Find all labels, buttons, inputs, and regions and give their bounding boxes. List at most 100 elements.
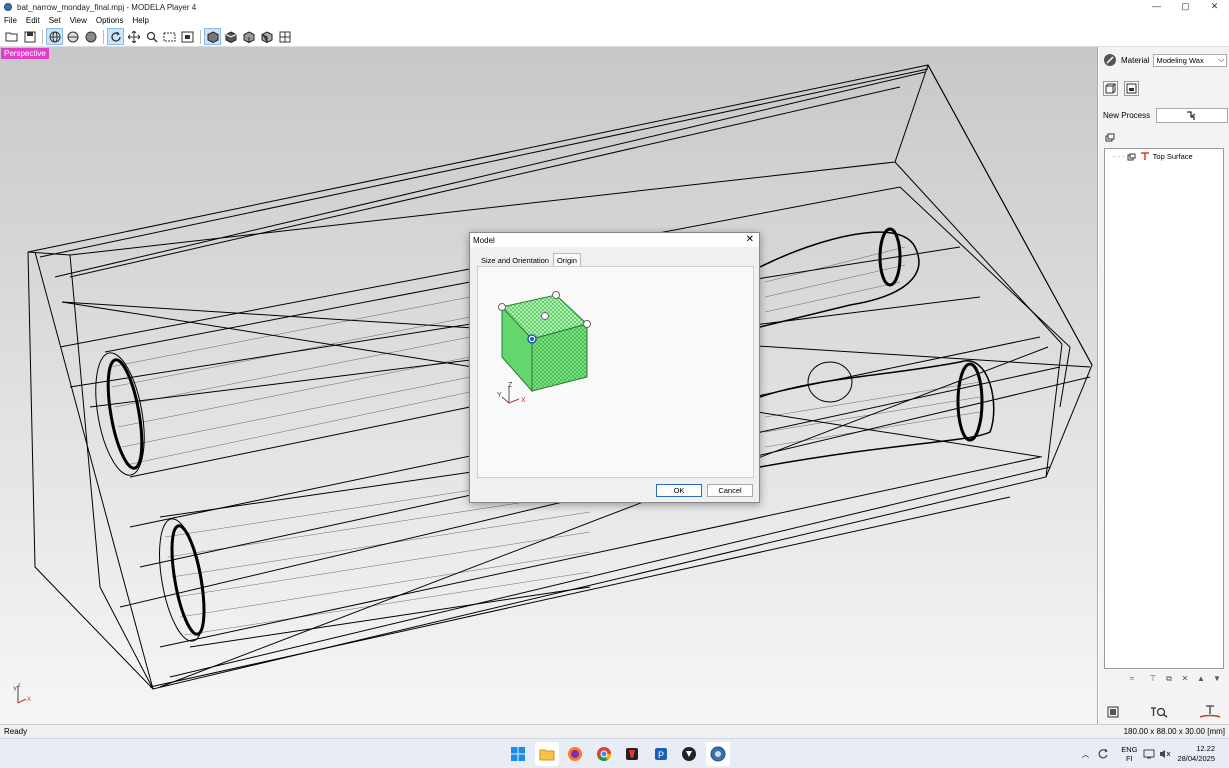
toolbar-separator — [42, 29, 43, 44]
taskbar-modela-player[interactable] — [705, 742, 730, 766]
model-button[interactable] — [1103, 81, 1118, 96]
window-controls: — ▢ ✕ — [1142, 0, 1229, 14]
process-panel: Material Modeling Wax New Process - - - … — [1099, 47, 1229, 724]
pan-button[interactable] — [125, 28, 142, 45]
taskbar-app-p[interactable]: P — [649, 742, 673, 766]
language-indicator[interactable]: ENG FI — [1121, 745, 1137, 763]
origin-corner-handle[interactable] — [583, 320, 591, 328]
copy-process-button[interactable]: ⧉ — [1161, 672, 1177, 685]
expand-tree-button[interactable] — [1105, 133, 1116, 144]
network-icon[interactable] — [1143, 749, 1155, 759]
zoom-window-button[interactable] — [161, 28, 178, 45]
close-window-button[interactable]: ✕ — [1200, 0, 1229, 14]
minimize-button[interactable]: — — [1142, 0, 1171, 14]
list-icon — [1107, 706, 1119, 718]
firefox-icon — [568, 747, 582, 761]
status-bar: Ready 180.00 x 88.00 x 30.00 [mm] — [0, 724, 1229, 738]
process-tree[interactable]: - - - Top Surface — [1104, 148, 1224, 669]
cube-axis-z-label: Z — [508, 382, 513, 389]
cube-iso-icon — [207, 30, 218, 43]
clock-date: 28/04/2025 — [1177, 754, 1215, 763]
cube-front-icon — [243, 30, 254, 43]
rotate-button[interactable] — [107, 28, 124, 45]
model-dimensions: 180.00 x 88.00 x 30.00 [mm] — [1123, 727, 1225, 736]
taskbar-file-explorer[interactable] — [534, 742, 559, 766]
tree-item-top-surface[interactable]: - - - Top Surface — [1113, 152, 1193, 161]
material-select[interactable]: Modeling Wax — [1153, 53, 1228, 67]
menu-help[interactable]: Help — [132, 16, 148, 25]
wireframe-view-button[interactable] — [46, 28, 63, 45]
taskbar-firefox[interactable] — [563, 742, 587, 766]
axis-x-label: X — [27, 697, 31, 703]
sphere-grid-icon — [67, 31, 78, 42]
shaded-view-button[interactable] — [82, 28, 99, 45]
inkscape-icon — [682, 747, 696, 761]
cancel-button[interactable]: Cancel — [707, 484, 753, 497]
taskbar-chrome[interactable] — [592, 742, 616, 766]
axis-z-label: Z — [17, 683, 21, 689]
delete-process-button[interactable]: ✕ — [1177, 672, 1193, 685]
start-button[interactable] — [506, 742, 530, 766]
open-file-button[interactable] — [3, 28, 20, 45]
model-box-icon — [1105, 83, 1116, 94]
app-p-icon: P — [654, 748, 667, 760]
status-text: Ready — [4, 727, 28, 736]
panel-bottom-actions — [1103, 702, 1225, 722]
new-process-button[interactable] — [1156, 108, 1229, 123]
model-dialog: Model ✕ Size and Orientation Origin Z Y … — [469, 232, 760, 503]
speaker-muted-icon[interactable] — [1159, 749, 1171, 759]
view-top-button[interactable] — [222, 28, 239, 45]
new-process-row: New Process — [1103, 108, 1229, 123]
dialog-title: Model — [473, 235, 495, 245]
tab-origin[interactable]: Origin — [552, 253, 581, 266]
edit-process-button[interactable]: ⊤ — [1145, 672, 1161, 685]
zoom-fit-button[interactable] — [179, 28, 196, 45]
panel-icon-row — [1103, 81, 1139, 96]
cut-button[interactable] — [1195, 703, 1225, 721]
cutting-tool-icon — [1140, 152, 1149, 160]
toolbar-separator — [103, 29, 104, 44]
origin-corner-handle[interactable] — [498, 303, 506, 311]
view-front-button[interactable] — [240, 28, 257, 45]
ok-button[interactable]: OK — [656, 484, 702, 497]
origin-corner-handle[interactable] — [552, 291, 560, 299]
view-side-button[interactable] — [258, 28, 275, 45]
language-code: ENG — [1121, 745, 1138, 754]
sync-icon[interactable] — [1097, 748, 1109, 760]
taskbar-app-inkscape[interactable] — [677, 742, 701, 766]
save-button[interactable] — [21, 28, 38, 45]
view-perspective-button[interactable] — [204, 28, 221, 45]
toolbar — [0, 27, 1229, 47]
dialog-buttons: OK Cancel — [651, 484, 753, 497]
taskbar-app-red[interactable] — [620, 742, 644, 766]
shaded-wire-view-button[interactable] — [64, 28, 81, 45]
cube-axis-y-label: Y — [497, 392, 502, 399]
tab-size-and-orientation[interactable]: Size and Orientation — [477, 253, 553, 266]
origin-cube: Z Y X — [497, 291, 591, 404]
preview-button[interactable] — [1147, 703, 1171, 721]
process-list-button[interactable] — [1103, 703, 1123, 721]
stock-button[interactable] — [1124, 81, 1139, 96]
svg-text:P: P — [658, 750, 664, 760]
menu-view[interactable]: View — [70, 16, 87, 25]
tray-overflow-icon[interactable]: ︿ — [1082, 749, 1090, 760]
multi-view-button[interactable] — [276, 28, 293, 45]
modela-icon — [710, 746, 725, 762]
dialog-close-button[interactable]: ✕ — [746, 234, 754, 246]
menu-options[interactable]: Options — [96, 16, 124, 25]
move-icon — [127, 30, 140, 43]
move-down-button[interactable]: ▼ — [1209, 672, 1225, 685]
keyboard-layout: FI — [1125, 754, 1133, 763]
tree-tools: ≈ ⊤ ⧉ ✕ ▲ ▼ — [1103, 671, 1225, 686]
zoom-button[interactable] — [143, 28, 160, 45]
cube-axis-x-label: X — [521, 397, 526, 404]
maximize-button[interactable]: ▢ — [1171, 0, 1200, 14]
preview-cut-button[interactable]: ≈ — [1119, 672, 1145, 685]
origin-center-handle[interactable] — [541, 312, 549, 320]
clock[interactable]: 12.22 28/04/2025 — [1177, 744, 1215, 764]
move-up-button[interactable]: ▲ — [1193, 672, 1209, 685]
menu-set[interactable]: Set — [49, 16, 61, 25]
origin-selected-dot — [530, 337, 534, 341]
menu-file[interactable]: File — [4, 16, 17, 25]
menu-edit[interactable]: Edit — [26, 16, 40, 25]
